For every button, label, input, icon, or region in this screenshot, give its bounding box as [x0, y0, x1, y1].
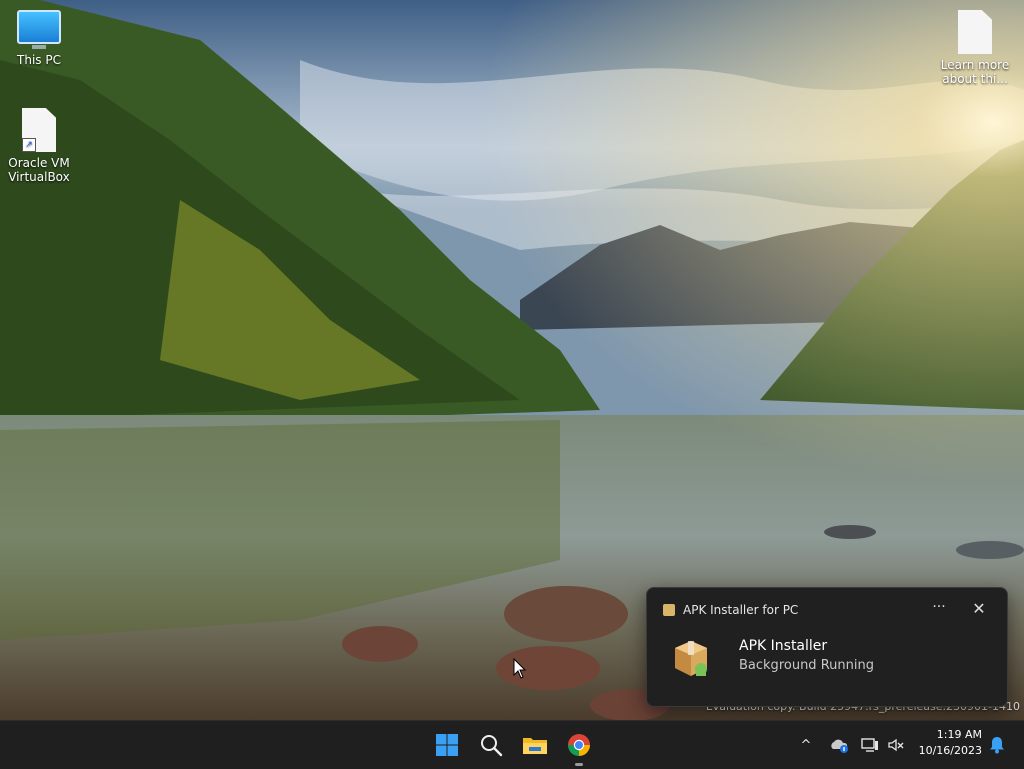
desktop-icon-label: Learn more about thi... [940, 58, 1010, 86]
taskbar: ^ 1:19 AM 10/16/2023 [0, 720, 1024, 769]
desktop-icon-this-pc[interactable]: This PC [2, 10, 76, 67]
toast-title: APK Installer [739, 638, 828, 654]
toast-more-button[interactable]: ··· [927, 598, 951, 620]
toast-body: APK Installer Background Running [669, 636, 874, 680]
desktop-icon-label: This PC [17, 53, 61, 67]
apk-installer-app-icon [663, 604, 675, 616]
folder-icon [523, 738, 547, 754]
file-explorer-button[interactable] [519, 729, 551, 761]
toast-app-name: APK Installer for PC [683, 603, 799, 617]
running-indicator [575, 763, 583, 766]
clock-time: 1:19 AM [936, 728, 982, 741]
search-button[interactable] [475, 729, 507, 761]
mouse-cursor-icon [513, 658, 527, 679]
volume-muted-icon[interactable] [886, 721, 906, 769]
taskbar-clock[interactable]: 1:19 AM 10/16/2023 [919, 727, 982, 759]
windows-logo-icon [436, 734, 458, 756]
toast-header: APK Installer for PC [663, 600, 798, 620]
show-hidden-icons-button[interactable]: ^ [796, 721, 816, 769]
desktop-icon-label: Oracle VM VirtualBox [8, 156, 70, 184]
document-icon [938, 10, 1012, 54]
virtualbox-shortcut-icon: ↗ [2, 108, 76, 152]
start-button[interactable] [431, 729, 463, 761]
chrome-button[interactable] [563, 729, 595, 766]
package-box-icon [669, 636, 713, 680]
desktop-icon-virtualbox[interactable]: ↗ Oracle VM VirtualBox [2, 108, 76, 184]
clock-date: 10/16/2023 [918, 744, 982, 757]
search-icon [481, 735, 503, 757]
this-pc-icon [2, 10, 76, 49]
notification-bell-icon[interactable] [986, 721, 1008, 769]
toast-text: Background Running [739, 658, 874, 673]
desktop-icon-learn-more[interactable]: Learn more about thi... [938, 10, 1012, 86]
chrome-icon [568, 734, 590, 756]
notification-toast[interactable]: APK Installer for PC ··· ✕ APK Installer… [646, 587, 1008, 707]
toast-close-button[interactable]: ✕ [967, 598, 991, 620]
onedrive-icon[interactable] [828, 721, 850, 769]
network-icon[interactable] [860, 721, 880, 769]
desktop-wallpaper: This PC ↗ Oracle VM VirtualBox Learn mor… [0, 0, 1024, 720]
